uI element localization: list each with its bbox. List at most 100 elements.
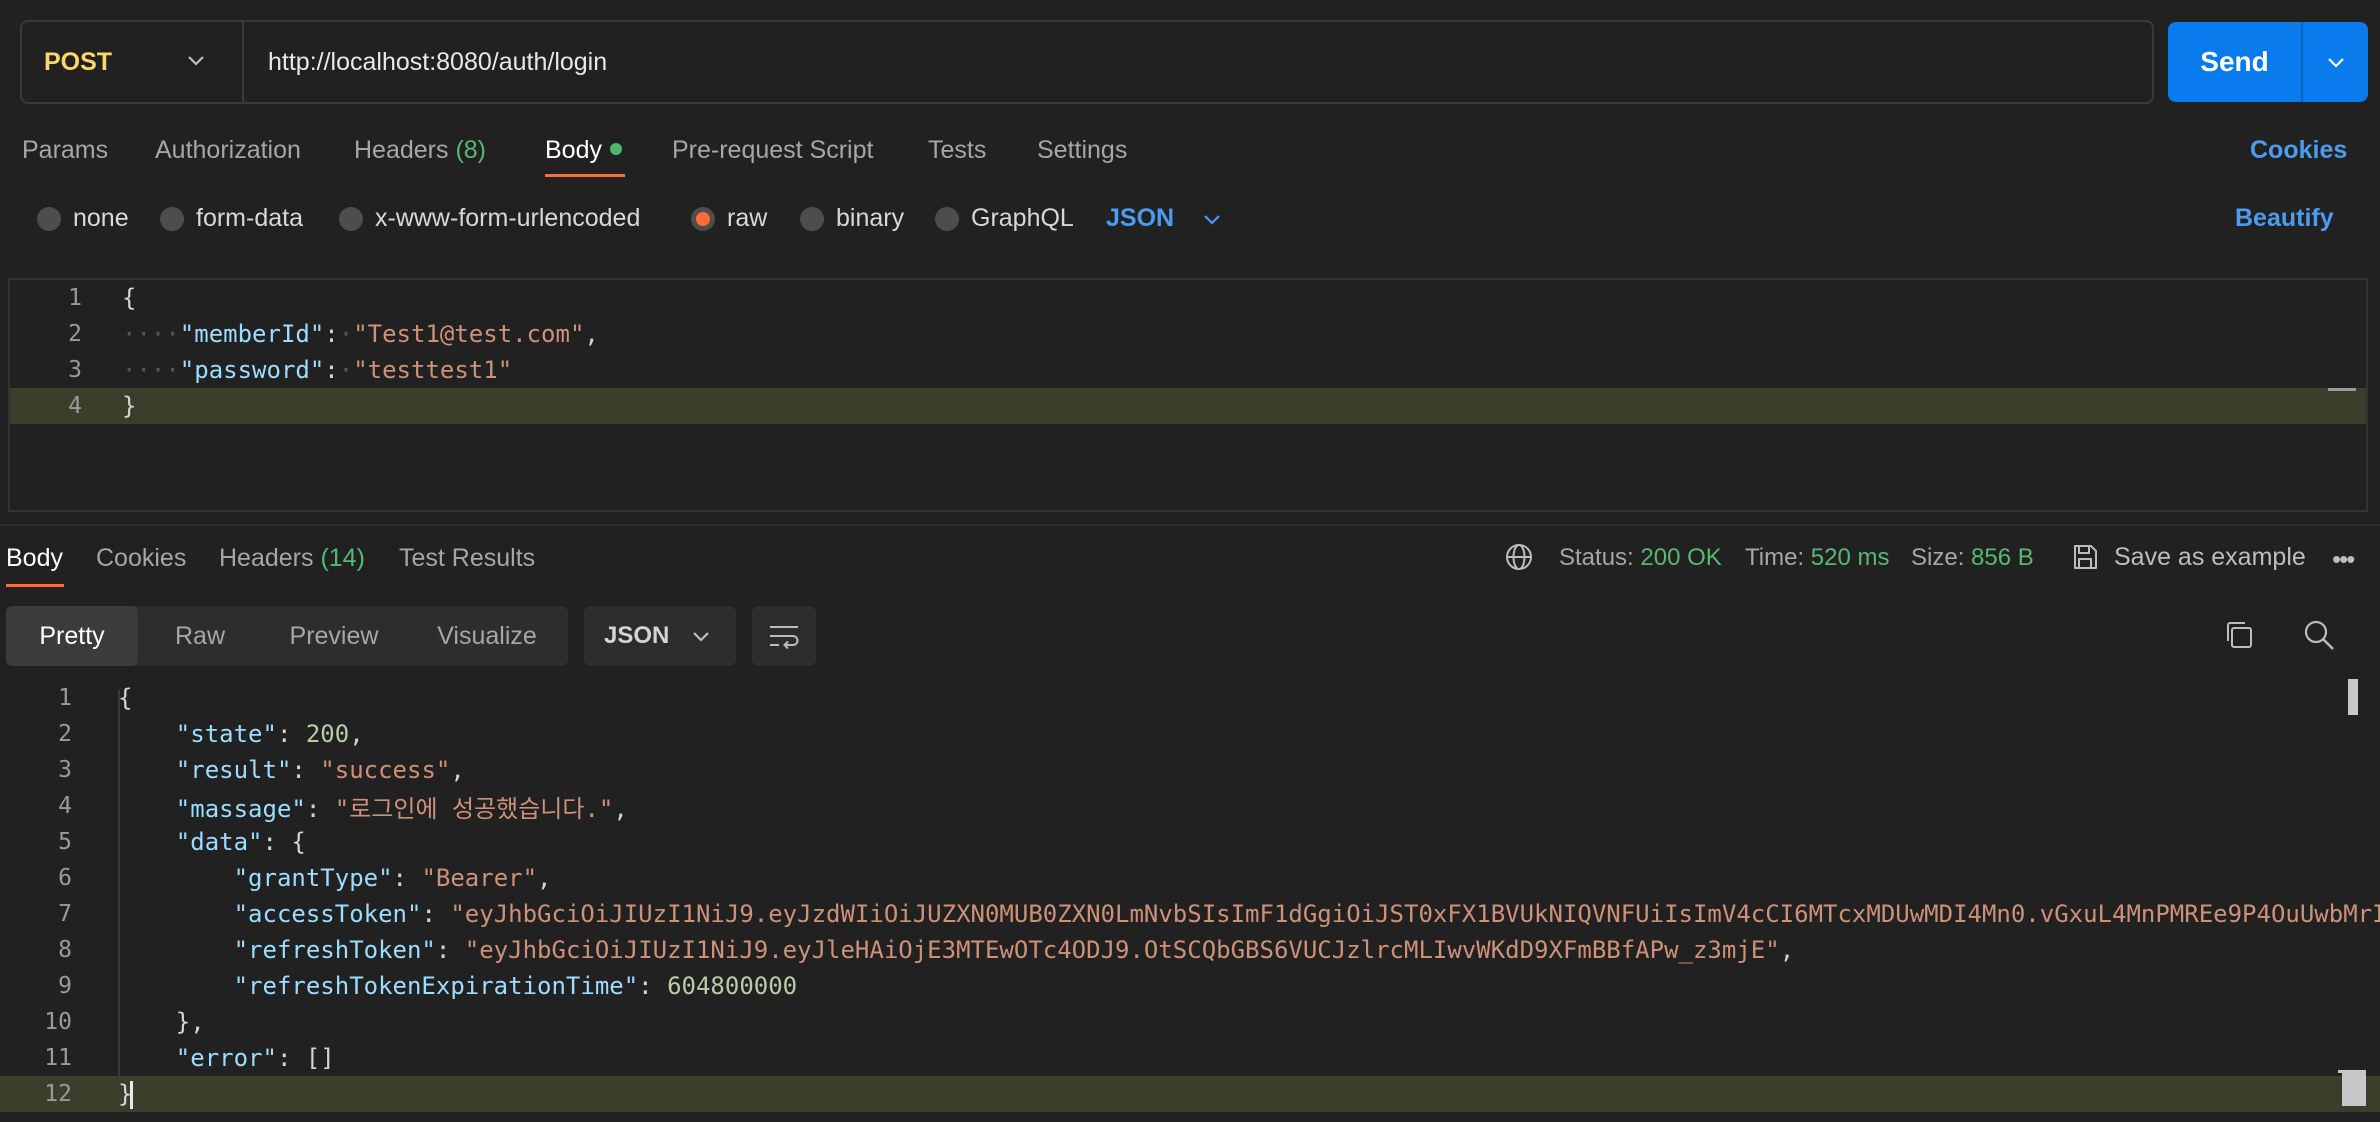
body-type-selector: none form-data x-www-form-urlencoded raw…	[0, 200, 2380, 244]
radio-graphql[interactable]: GraphQL	[935, 204, 1074, 233]
code-text: "error": []	[175, 1044, 335, 1072]
view-raw[interactable]: Raw	[138, 606, 262, 666]
tab-params[interactable]: Params	[22, 136, 108, 165]
line-number: 7	[58, 901, 72, 927]
json-key: "state"	[175, 720, 277, 748]
resp-tab-headers[interactable]: Headers (14)	[219, 544, 365, 573]
tab-authorization[interactable]: Authorization	[155, 136, 301, 165]
code-line: 3 ····"password":·"testtest1"	[10, 352, 2366, 388]
save-icon	[2074, 545, 2097, 569]
request-tabs: Params Authorization Headers (8) Body Pr…	[0, 126, 2380, 182]
beautify-link[interactable]: Beautify	[2235, 204, 2334, 233]
cookies-link[interactable]: Cookies	[2250, 136, 2347, 165]
line-number: 2	[68, 321, 82, 347]
url-bar: POST	[20, 20, 2154, 104]
size-value: 856 B	[1971, 544, 2034, 571]
code-line: 2 ····"memberId":·"Test1@test.com",	[10, 316, 2366, 352]
tab-tests[interactable]: Tests	[928, 136, 986, 165]
url-input[interactable]	[244, 22, 2152, 102]
request-body-editor[interactable]: 1 { 2 ····"memberId":·"Test1@test.com", …	[8, 278, 2368, 512]
line-number: 9	[58, 973, 72, 999]
more-options-icon[interactable]: •••	[2332, 544, 2355, 575]
json-key: "error"	[175, 1044, 277, 1072]
json-value: "로그인에 성공했습니다."	[334, 794, 614, 823]
tab-headers-label: Headers	[354, 136, 449, 164]
resp-tab-cookies[interactable]: Cookies	[96, 544, 186, 573]
radio-circle	[800, 206, 824, 231]
scroll-marker	[2328, 388, 2356, 391]
code-text: ····"password":·"testtest1"	[122, 356, 513, 384]
radio-urlencoded-label: x-www-form-urlencoded	[375, 204, 641, 232]
method-label: POST	[44, 47, 113, 76]
send-label[interactable]: Send	[2168, 22, 2303, 102]
wrap-lines-button[interactable]	[752, 606, 816, 666]
tab-body[interactable]: Body	[545, 136, 622, 165]
status-label: Status:	[1559, 544, 1634, 571]
json-value: "success"	[320, 756, 451, 784]
line-number: 1	[68, 285, 82, 311]
json-key: "massage"	[175, 794, 306, 823]
line-number: 1	[58, 685, 72, 711]
code-text: {	[118, 684, 133, 712]
save-as-example-button[interactable]: Save as example	[2070, 542, 2306, 572]
json-value: 200	[305, 720, 350, 748]
code-line-current: 4 }	[10, 388, 2366, 424]
line-number: 8	[58, 937, 72, 963]
body-format-select[interactable]: JSON	[1106, 204, 1222, 233]
copy-icon[interactable]	[2222, 618, 2256, 652]
view-preview[interactable]: Preview	[262, 606, 406, 666]
radio-form-data[interactable]: form-data	[160, 204, 303, 233]
time-label: Time:	[1745, 544, 1805, 571]
line-number: 4	[68, 393, 82, 419]
line-number: 4	[58, 793, 72, 819]
radio-form-data-label: form-data	[196, 204, 303, 232]
json-value: "Test1@test.com"	[353, 320, 585, 348]
pane-divider[interactable]	[0, 524, 2380, 526]
scrollbar-thumb[interactable]	[2348, 679, 2358, 715]
radio-none[interactable]: none	[37, 204, 129, 233]
chevron-down-icon	[693, 632, 710, 642]
code-text: "grantType": "Bearer",	[233, 864, 552, 892]
radio-urlencoded[interactable]: x-www-form-urlencoded	[339, 204, 640, 233]
json-value: 604800000	[667, 972, 798, 1000]
response-body-viewer[interactable]: 1 { 2 "state": 200, 3 "result": "success…	[0, 676, 2380, 1122]
tab-prerequest-script[interactable]: Pre-request Script	[672, 136, 873, 165]
tab-settings[interactable]: Settings	[1037, 136, 1127, 165]
radio-binary[interactable]: binary	[800, 204, 904, 233]
json-key: "memberId"	[179, 320, 325, 348]
tab-headers[interactable]: Headers (8)	[354, 136, 486, 165]
scroll-marker	[2342, 1072, 2366, 1106]
line-number: 10	[44, 1009, 72, 1035]
line-number: 3	[58, 757, 72, 783]
resp-tab-body[interactable]: Body	[6, 544, 63, 573]
line-number: 2	[58, 721, 72, 747]
response-tabs: Body Cookies Headers (14) Test Results S…	[0, 534, 2380, 588]
resp-tab-test-results[interactable]: Test Results	[399, 544, 535, 573]
globe-icon[interactable]	[1504, 542, 1534, 572]
send-options-button[interactable]	[2303, 22, 2368, 102]
status-indicator[interactable]: Status: 200 OK	[1559, 544, 1722, 572]
json-key: "refreshToken"	[233, 936, 436, 964]
response-format-select[interactable]: JSON	[584, 606, 736, 666]
chevron-down-icon	[2327, 58, 2344, 68]
method-select[interactable]: POST	[22, 22, 244, 102]
send-button[interactable]: Send	[2168, 22, 2368, 102]
radio-circle	[37, 206, 61, 231]
code-line: 9 "refreshTokenExpirationTime": 60480000…	[0, 968, 2380, 1004]
radio-circle	[935, 206, 959, 231]
json-value: "Bearer"	[421, 864, 538, 892]
search-icon[interactable]	[2302, 618, 2336, 652]
code-line: 4 "massage": "로그인에 성공했습니다.",	[0, 788, 2380, 824]
code-line: 5 "data": {	[0, 824, 2380, 860]
active-tab-underline	[6, 584, 64, 587]
tab-body-label: Body	[545, 136, 602, 164]
radio-none-label: none	[73, 204, 129, 232]
size-indicator[interactable]: Size: 856 B	[1911, 544, 2034, 572]
code-line: 8 "refreshToken": "eyJhbGciOiJIUzI1NiJ9.…	[0, 932, 2380, 968]
radio-raw[interactable]: raw	[691, 204, 767, 233]
view-visualize[interactable]: Visualize	[406, 606, 568, 666]
view-pretty[interactable]: Pretty	[6, 606, 138, 666]
time-indicator[interactable]: Time: 520 ms	[1745, 544, 1889, 572]
response-view-mode: Pretty Raw Preview Visualize	[6, 606, 568, 666]
save-as-example-label: Save as example	[2114, 542, 2306, 571]
